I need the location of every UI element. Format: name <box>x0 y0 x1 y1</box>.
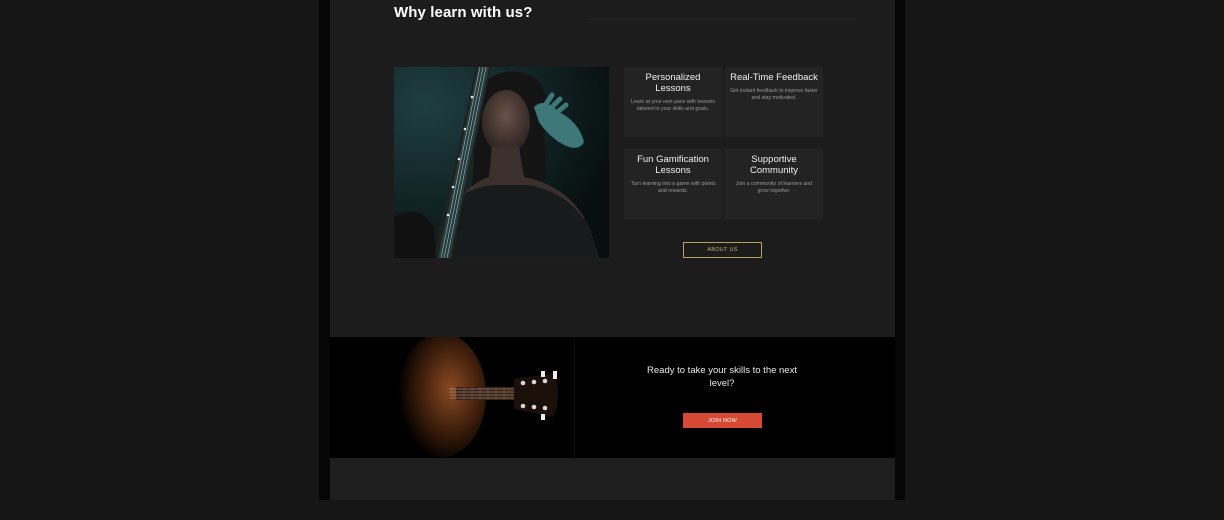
feature-card-title: Fun Gamification Lessons <box>637 154 709 176</box>
footer-strip <box>330 458 895 500</box>
join-now-button[interactable]: JOIN NOW <box>683 413 762 428</box>
cta-heading: Ready to take your skills to the next le… <box>647 365 797 389</box>
feature-card-title: Real-Time Feedback <box>730 72 818 83</box>
about-us-button[interactable]: ABOUT US <box>683 242 762 258</box>
cta-divider <box>574 337 575 458</box>
cta-banner: Ready to take your skills to the next le… <box>330 337 895 458</box>
section-title: Why learn with us? <box>394 4 533 21</box>
feature-card-text: Turn learning into a game with points an… <box>630 181 716 194</box>
title-divider <box>588 19 856 20</box>
feature-card-personalized-lessons: Personalized Lessons Learn at your own p… <box>624 67 722 137</box>
feature-card-title: Supportive Community <box>749 154 799 176</box>
feature-card-text: Join a community of learners and grow to… <box>735 181 813 194</box>
why-learn-section: Why learn with us? Personalized Lessons … <box>330 0 895 337</box>
feature-card-title: Personalized Lessons <box>645 72 701 94</box>
bass-player-photo <box>394 67 609 258</box>
feature-card-text: Get instant feedback to improve faster a… <box>730 88 818 101</box>
page-content: Why learn with us? Personalized Lessons … <box>330 0 895 500</box>
feature-card-gamification: Fun Gamification Lessons Turn learning i… <box>624 149 722 219</box>
feature-card-supportive-community: Supportive Community Join a community of… <box>725 149 823 219</box>
feature-card-text: Learn at your own pace with lessons tail… <box>631 99 715 112</box>
feature-card-real-time-feedback: Real-Time Feedback Get instant feedback … <box>725 67 823 137</box>
acoustic-guitar-photo <box>330 337 574 458</box>
